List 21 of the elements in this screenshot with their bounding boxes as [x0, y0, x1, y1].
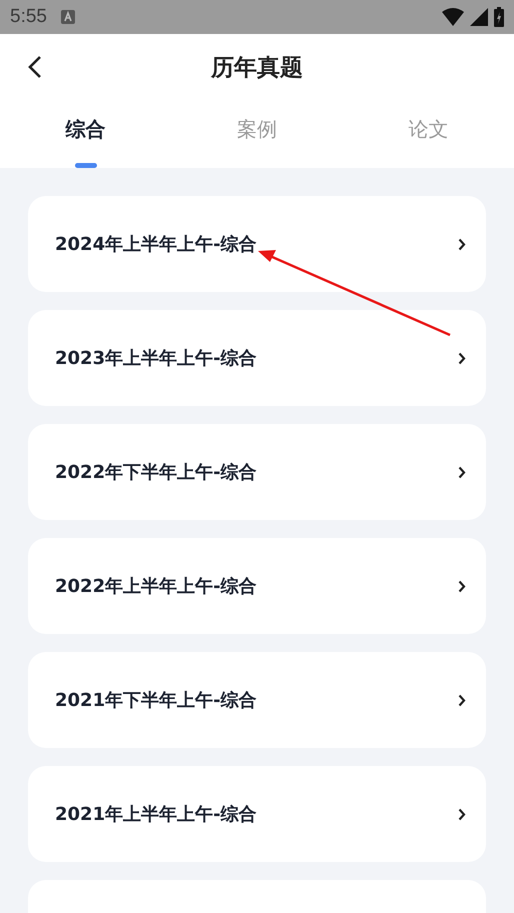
- paper-card[interactable]: 2024年上半年上午-综合: [28, 196, 486, 292]
- battery-icon: [494, 7, 504, 27]
- chevron-right-icon: [458, 808, 466, 820]
- chevron-right-icon: [458, 238, 466, 250]
- back-icon[interactable]: [28, 55, 42, 79]
- paper-card[interactable]: 2023年上半年上午-综合: [28, 310, 486, 406]
- chevron-right-icon: [458, 352, 466, 364]
- chevron-right-icon: [458, 694, 466, 706]
- signal-icon: [470, 8, 488, 26]
- status-time: 5:55: [10, 6, 47, 28]
- wifi-icon: [442, 8, 464, 26]
- notification-icon: [60, 10, 75, 24]
- paper-card[interactable]: 2021年下半年上午-综合: [28, 652, 486, 748]
- paper-card[interactable]: 2022年下半年上午-综合: [28, 424, 486, 520]
- tab-indicator: [74, 163, 97, 168]
- tab[interactable]: 综合: [66, 100, 106, 157]
- paper-card[interactable]: 2021年上半年上午-综合: [28, 766, 486, 862]
- chevron-right-icon: [458, 466, 466, 478]
- page-title: 历年真题: [211, 54, 303, 82]
- paper-card[interactable]: 2022年上半年上午-综合: [28, 538, 486, 634]
- chevron-right-icon: [458, 580, 466, 592]
